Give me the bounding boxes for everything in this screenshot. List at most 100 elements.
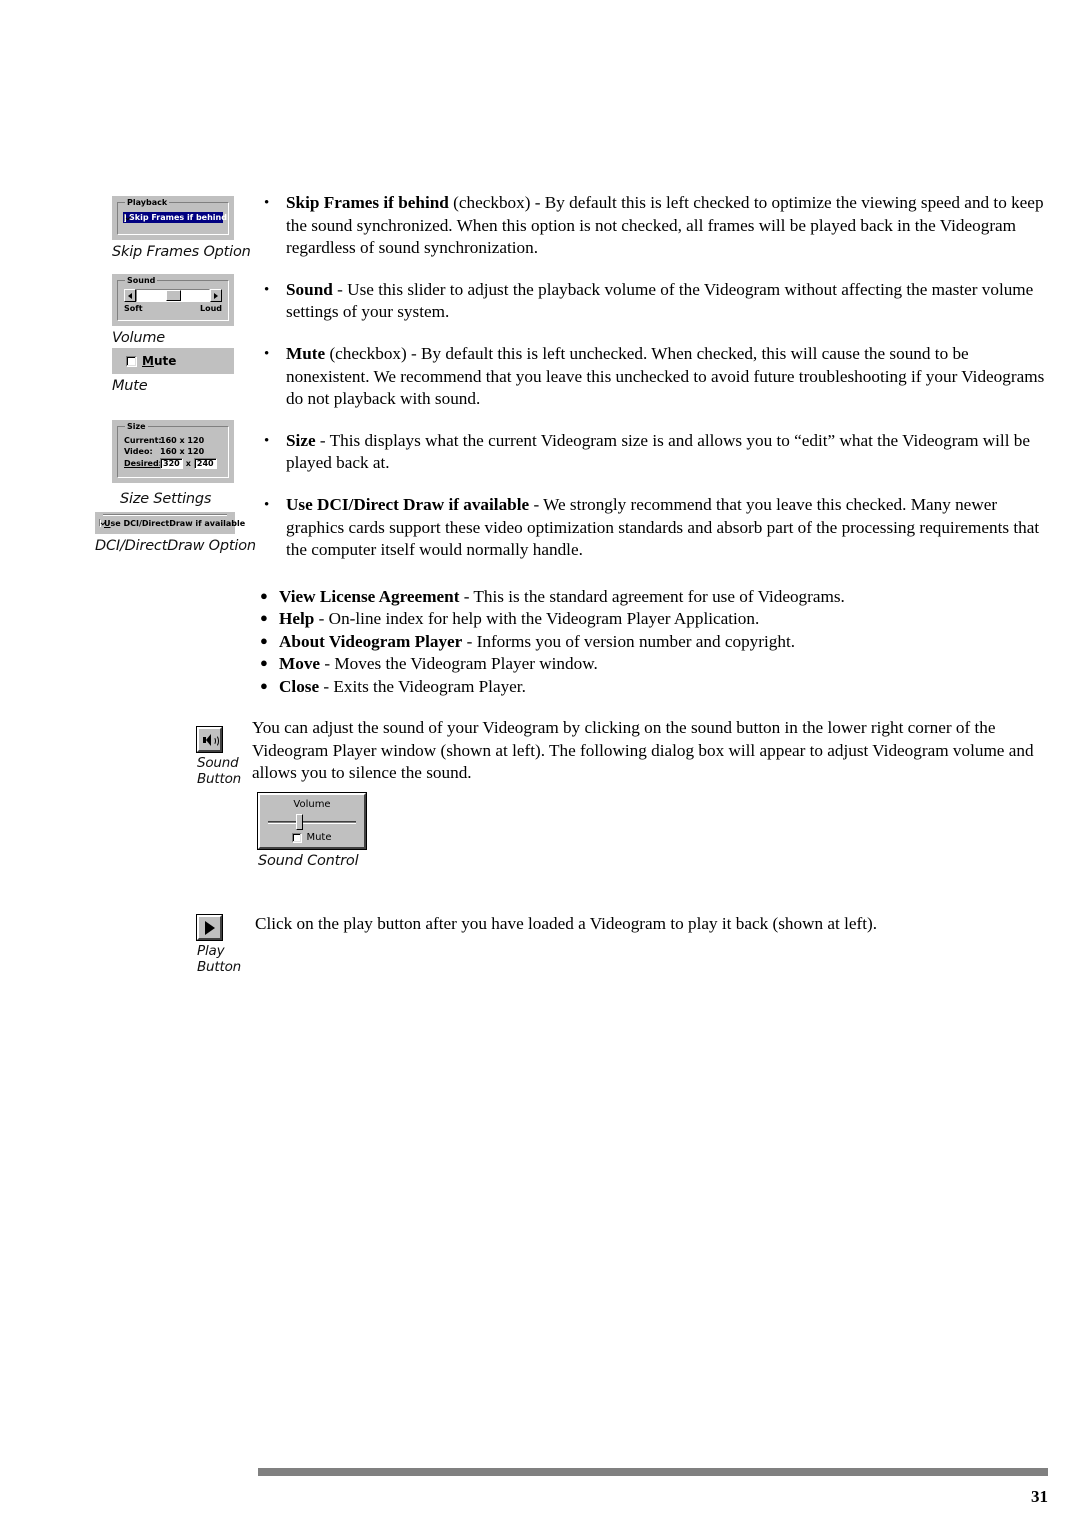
option-description: (checkbox) - By default this is left unc… <box>286 343 1045 409</box>
figure-dci-directdraw-option: Use DCI/DirectDraw if available DCI/Dire… <box>95 512 275 555</box>
play-triangle-icon <box>204 920 215 935</box>
mute-widget-panel: Mute <box>112 348 234 374</box>
sound-control-dialog: Volume Mute <box>257 792 367 850</box>
list-item: • Skip Frames if behind (checkbox) - By … <box>258 192 1048 260</box>
menu-description: - On-line index for help with the Videog… <box>314 609 760 629</box>
dci-widget-panel: Use DCI/DirectDraw if available <box>95 512 245 534</box>
volume-slider[interactable] <box>124 289 222 302</box>
menu-term: Close <box>279 676 320 696</box>
bullet-glyph: • <box>264 496 270 513</box>
bullet-glyph: • <box>264 195 270 211</box>
dci-checkbox-label: Use DCI/DirectDraw if available <box>104 519 245 528</box>
skip-frames-checkbox-label: Skip Frames if behind <box>129 213 227 222</box>
player-menu-list: ● View License Agreement - This is the s… <box>258 586 1048 698</box>
option-term: Sound <box>286 279 333 299</box>
list-item: ● Help - On-line index for help with the… <box>258 608 1048 630</box>
size-video-value: 160 x 120 <box>160 447 205 456</box>
sound-groupbox: Sound Soft Loud <box>117 276 229 321</box>
menu-term: Move <box>279 654 321 674</box>
menu-description: - Moves the Videogram Player window. <box>320 654 598 674</box>
list-item: • Mute (checkbox) - By default this is l… <box>258 343 1048 411</box>
list-item: ● Move - Moves the Videogram Player wind… <box>258 653 1048 675</box>
playback-groupbox-title: Playback <box>125 198 170 207</box>
list-item: • Use DCI/Direct Draw if available - We … <box>258 494 1048 562</box>
player-options-section: • Skip Frames if behind (checkbox) - By … <box>258 192 1048 562</box>
trackbar-thumb[interactable] <box>296 814 304 830</box>
skip-frames-checkbox-row[interactable]: Skip Frames if behind <box>123 212 227 223</box>
player-menu-section: ● View License Agreement - This is the s… <box>258 586 1048 698</box>
figure-caption: DCI/DirectDraw Option <box>95 538 256 554</box>
figure-caption-line1: Play <box>197 943 225 959</box>
option-term: Skip Frames if behind <box>286 193 449 212</box>
mute-label-rest: ute <box>153 354 177 368</box>
skip-frames-widget-panel: Playback Skip Frames if behind <box>112 196 234 240</box>
size-separator: x <box>185 458 191 468</box>
page-number: 31 <box>1031 1487 1048 1506</box>
list-item: ● View License Agreement - This is the s… <box>258 586 1048 608</box>
option-term: Size <box>286 430 316 450</box>
slider-thumb[interactable] <box>165 290 181 301</box>
volume-trackbar[interactable] <box>266 813 358 831</box>
list-item: ● About Videogram Player - Informs you o… <box>258 631 1048 653</box>
bullet-glyph: ● <box>260 588 268 603</box>
sound-control-mute-label: Mute <box>306 832 332 843</box>
desired-width-input[interactable]: 320 <box>160 458 183 469</box>
desired-height-input[interactable]: 240 <box>193 458 217 469</box>
size-groupbox: Size Current: 160 x 120 Video: 160 x 120… <box>117 422 229 478</box>
size-row-current: Current: 160 x 120 <box>124 436 222 446</box>
play-back-paragraph: Click on the play button after you have … <box>255 914 877 933</box>
mute-mnemonic: M <box>142 354 154 368</box>
slider-right-arrow-icon[interactable] <box>210 289 222 302</box>
menu-term: Help <box>279 609 315 629</box>
list-item: • Sound - Use this slider to adjust the … <box>258 279 1048 324</box>
volume-widget-panel: Sound Soft Loud <box>112 274 234 326</box>
option-term: Use DCI/Direct Draw if available <box>286 494 530 514</box>
speaker-icon <box>202 733 219 747</box>
sound-control-title: Volume <box>293 799 331 810</box>
bullet-glyph: ● <box>260 677 268 693</box>
mute-checkbox-label: Mute <box>142 354 176 368</box>
volume-slider-labels: Soft Loud <box>124 304 222 313</box>
checkbox-icon[interactable] <box>126 355 137 367</box>
menu-term: View License Agreement <box>279 587 460 606</box>
figure-caption-line2: Button <box>197 958 242 975</box>
sound-button[interactable] <box>196 726 223 753</box>
size-current-value: 160 x 120 <box>160 436 205 445</box>
player-options-list: • Skip Frames if behind (checkbox) - By … <box>258 192 1048 562</box>
menu-description: - Exits the Videogram Player. <box>319 676 526 696</box>
size-video-label: Video: <box>124 447 153 456</box>
dci-label-rest: se DCI/DirectDraw if available <box>110 518 246 528</box>
checkbox-icon[interactable] <box>124 213 126 222</box>
option-description: - Use this slider to adjust the playback… <box>286 279 1034 322</box>
size-groupbox-title: Size <box>125 422 148 431</box>
checkbox-icon[interactable] <box>292 832 303 843</box>
footer-rule <box>258 1468 1048 1476</box>
figure-caption: Sound Control <box>258 853 359 869</box>
option-term: Mute <box>286 343 326 363</box>
size-row-desired: Desired: 320 x 240 <box>124 458 222 469</box>
volume-label-loud: Loud <box>199 304 222 313</box>
sound-control-mute-row[interactable]: Mute <box>266 832 358 843</box>
document-page: Playback Skip Frames if behind Skip Fram… <box>0 0 1080 1526</box>
figure-sound-control: Volume Mute Sound Control <box>257 792 518 870</box>
sound-adjust-paragraph: You can adjust the sound of your Videogr… <box>252 718 1034 783</box>
bullet-glyph: ● <box>260 610 268 626</box>
checkbox-icon[interactable] <box>99 519 101 527</box>
playback-groupbox: Playback Skip Frames if behind <box>117 198 229 235</box>
menu-description: - This is the standard agreement for use… <box>459 587 845 606</box>
size-desired-label: Desired: <box>124 458 162 468</box>
list-item: • Size - This displays what the current … <box>258 430 1048 475</box>
bullet-glyph: ● <box>260 632 268 648</box>
menu-term: About Videogram Player <box>279 631 463 651</box>
bullet-glyph: • <box>264 432 270 449</box>
list-item: ● Close - Exits the Videogram Player. <box>258 676 1048 698</box>
bullet-glyph: • <box>264 345 270 362</box>
sound-groupbox-title: Sound <box>125 276 158 285</box>
trackbar-track[interactable] <box>268 821 356 824</box>
slider-track[interactable] <box>136 289 210 302</box>
size-row-video: Video: 160 x 120 <box>124 447 222 457</box>
volume-label-soft: Soft <box>124 304 143 313</box>
slider-left-arrow-icon[interactable] <box>124 289 136 302</box>
play-button[interactable] <box>196 914 223 941</box>
bullet-glyph: • <box>264 281 270 298</box>
